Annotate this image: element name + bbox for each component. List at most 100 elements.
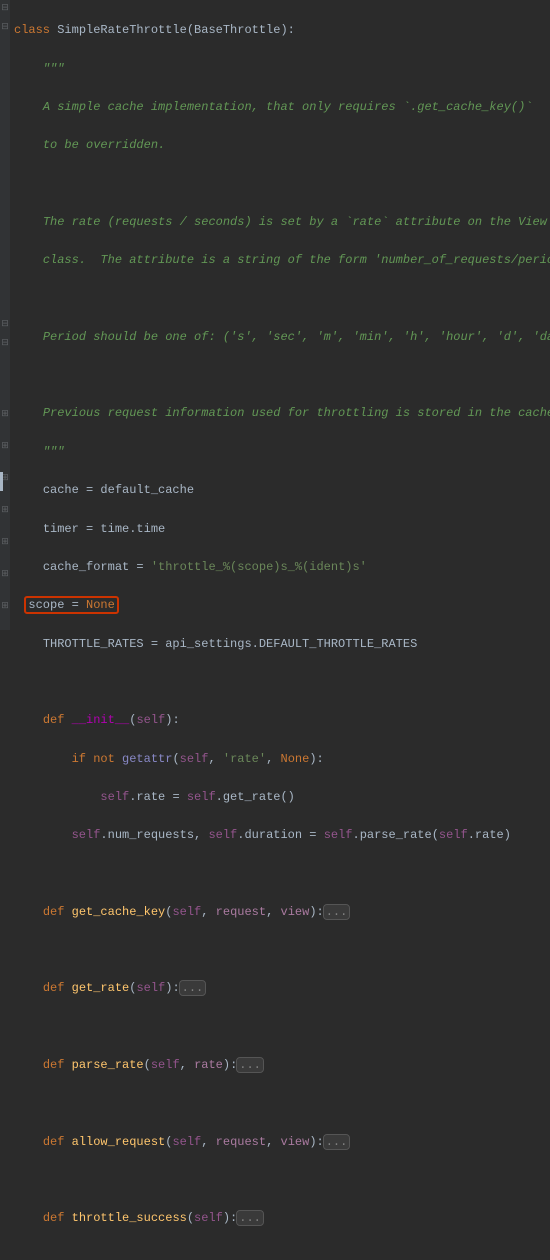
fold-marker[interactable]: ⊞ — [1, 410, 9, 418]
code-line: cache = default_cache — [14, 481, 550, 500]
punct: ): — [223, 1211, 237, 1225]
fold-marker[interactable]: ⊞ — [1, 602, 9, 610]
gutter: ⊟ ⊟ ⊟ ⊟ ⊞ ⊞ ⊞ ⊞ ⊞ ⊞ ⊞ — [0, 0, 10, 630]
fold-placeholder[interactable]: ... — [180, 981, 206, 995]
method-name: __init__ — [72, 713, 130, 727]
assignment: timer = time.time — [43, 522, 165, 536]
keyword: def — [43, 1211, 65, 1225]
class-name: SimpleRateThrottle — [50, 23, 187, 37]
code-line: if not getattr(self, 'rate', None): — [14, 750, 550, 769]
param: request — [216, 905, 266, 919]
code-line: def get_cache_key(self, request, view):.… — [14, 903, 550, 922]
assignment: scope = — [28, 598, 86, 612]
text: .duration = — [237, 828, 323, 842]
code-line: def parse_rate(self, rate):... — [14, 1056, 550, 1075]
code-line: Period should be one of: ('s', 'sec', 'm… — [14, 328, 550, 347]
code-line: THROTTLE_RATES = api_settings.DEFAULT_TH… — [14, 635, 550, 654]
fold-marker[interactable]: ⊞ — [1, 506, 9, 514]
code-line: timer = time.time — [14, 520, 550, 539]
code-line — [14, 366, 550, 385]
fold-marker[interactable]: ⊞ — [1, 442, 9, 450]
code-line — [14, 1171, 550, 1190]
param: view — [281, 905, 310, 919]
punct: , — [201, 905, 215, 919]
fold-marker[interactable]: ⊞ — [1, 570, 9, 578]
self-param: self — [151, 1058, 180, 1072]
string: 'throttle_%(scope)s_%(ident)s' — [151, 560, 367, 574]
keyword: class — [14, 23, 50, 37]
punct: , — [180, 1058, 194, 1072]
punct: ( — [187, 1211, 194, 1225]
code-line: """ — [14, 60, 550, 79]
self-param: self — [136, 981, 165, 995]
self-param: self — [194, 1211, 223, 1225]
code-line — [14, 290, 550, 309]
self-param: self — [180, 752, 209, 766]
fold-marker[interactable]: ⊟ — [1, 23, 9, 31]
punct: ): — [309, 905, 323, 919]
fold-marker[interactable]: ⊟ — [1, 4, 9, 12]
assignment: cache_format = — [43, 560, 151, 574]
punct: , — [266, 752, 280, 766]
code-line: scope = None — [14, 596, 550, 615]
keyword: def — [43, 905, 65, 919]
punct: , — [208, 752, 222, 766]
none-literal: None — [86, 598, 115, 612]
docstring: The rate (requests / seconds) is set by … — [43, 215, 547, 229]
assignment: cache = default_cache — [43, 483, 194, 497]
base-class: BaseThrottle — [194, 23, 280, 37]
docstring: Previous request information used for th… — [43, 406, 550, 420]
self-param: self — [187, 790, 216, 804]
keyword: if not — [72, 752, 122, 766]
text: .get_rate() — [216, 790, 295, 804]
code-line: def throttle_success(self):... — [14, 1209, 550, 1228]
punct: ): — [223, 1058, 237, 1072]
code-line: def allow_request(self, request, view):.… — [14, 1133, 550, 1152]
code-area[interactable]: class SimpleRateThrottle(BaseThrottle): … — [10, 0, 550, 630]
punct: ( — [129, 981, 136, 995]
none-literal: None — [281, 752, 310, 766]
highlight-box: scope = None — [24, 596, 118, 614]
text: .rate) — [468, 828, 511, 842]
fold-placeholder[interactable]: ... — [237, 1058, 263, 1072]
text: .parse_rate( — [353, 828, 439, 842]
self-param: self — [208, 828, 237, 842]
punct: ( — [172, 752, 179, 766]
code-line: class SimpleRateThrottle(BaseThrottle): — [14, 21, 550, 40]
punct: ( — [165, 1135, 172, 1149]
punct: ): — [165, 713, 179, 727]
fold-placeholder[interactable]: ... — [324, 1135, 350, 1149]
code-line: def __init__(self): — [14, 711, 550, 730]
fold-marker[interactable]: ⊞ — [1, 538, 9, 546]
keyword: def — [43, 713, 65, 727]
code-line: class. The attribute is a string of the … — [14, 251, 550, 270]
fold-placeholder[interactable]: ... — [237, 1211, 263, 1225]
punct: ( — [165, 905, 172, 919]
code-line — [14, 1094, 550, 1113]
docstring: Period should be one of: ('s', 'sec', 'm… — [43, 330, 550, 344]
method-name: parse_rate — [72, 1058, 144, 1072]
self-param: self — [172, 905, 201, 919]
code-line: A simple cache implementation, that only… — [14, 98, 550, 117]
param: request — [216, 1135, 266, 1149]
fold-marker[interactable]: ⊟ — [1, 320, 9, 328]
fold-marker[interactable]: ⊟ — [1, 339, 9, 347]
code-line — [14, 673, 550, 692]
punct: ): — [309, 752, 323, 766]
fold-placeholder[interactable]: ... — [324, 905, 350, 919]
punct: ( — [144, 1058, 151, 1072]
method-name: throttle_success — [72, 1211, 187, 1225]
code-line — [14, 1018, 550, 1037]
code-line: """ — [14, 443, 550, 462]
docstring: """ — [43, 62, 65, 76]
builtin: getattr — [122, 752, 172, 766]
punct: , — [266, 1135, 280, 1149]
code-line: self.num_requests, self.duration = self.… — [14, 826, 550, 845]
string: 'rate' — [223, 752, 266, 766]
self-param: self — [324, 828, 353, 842]
code-line: def get_rate(self):... — [14, 979, 550, 998]
code-editor: ⊟ ⊟ ⊟ ⊟ ⊞ ⊞ ⊞ ⊞ ⊞ ⊞ ⊞ class SimpleRateTh… — [0, 0, 550, 630]
self-param: self — [100, 790, 129, 804]
assignment: THROTTLE_RATES = api_settings.DEFAULT_TH… — [43, 637, 417, 651]
code-line: cache_format = 'throttle_%(scope)s_%(ide… — [14, 558, 550, 577]
